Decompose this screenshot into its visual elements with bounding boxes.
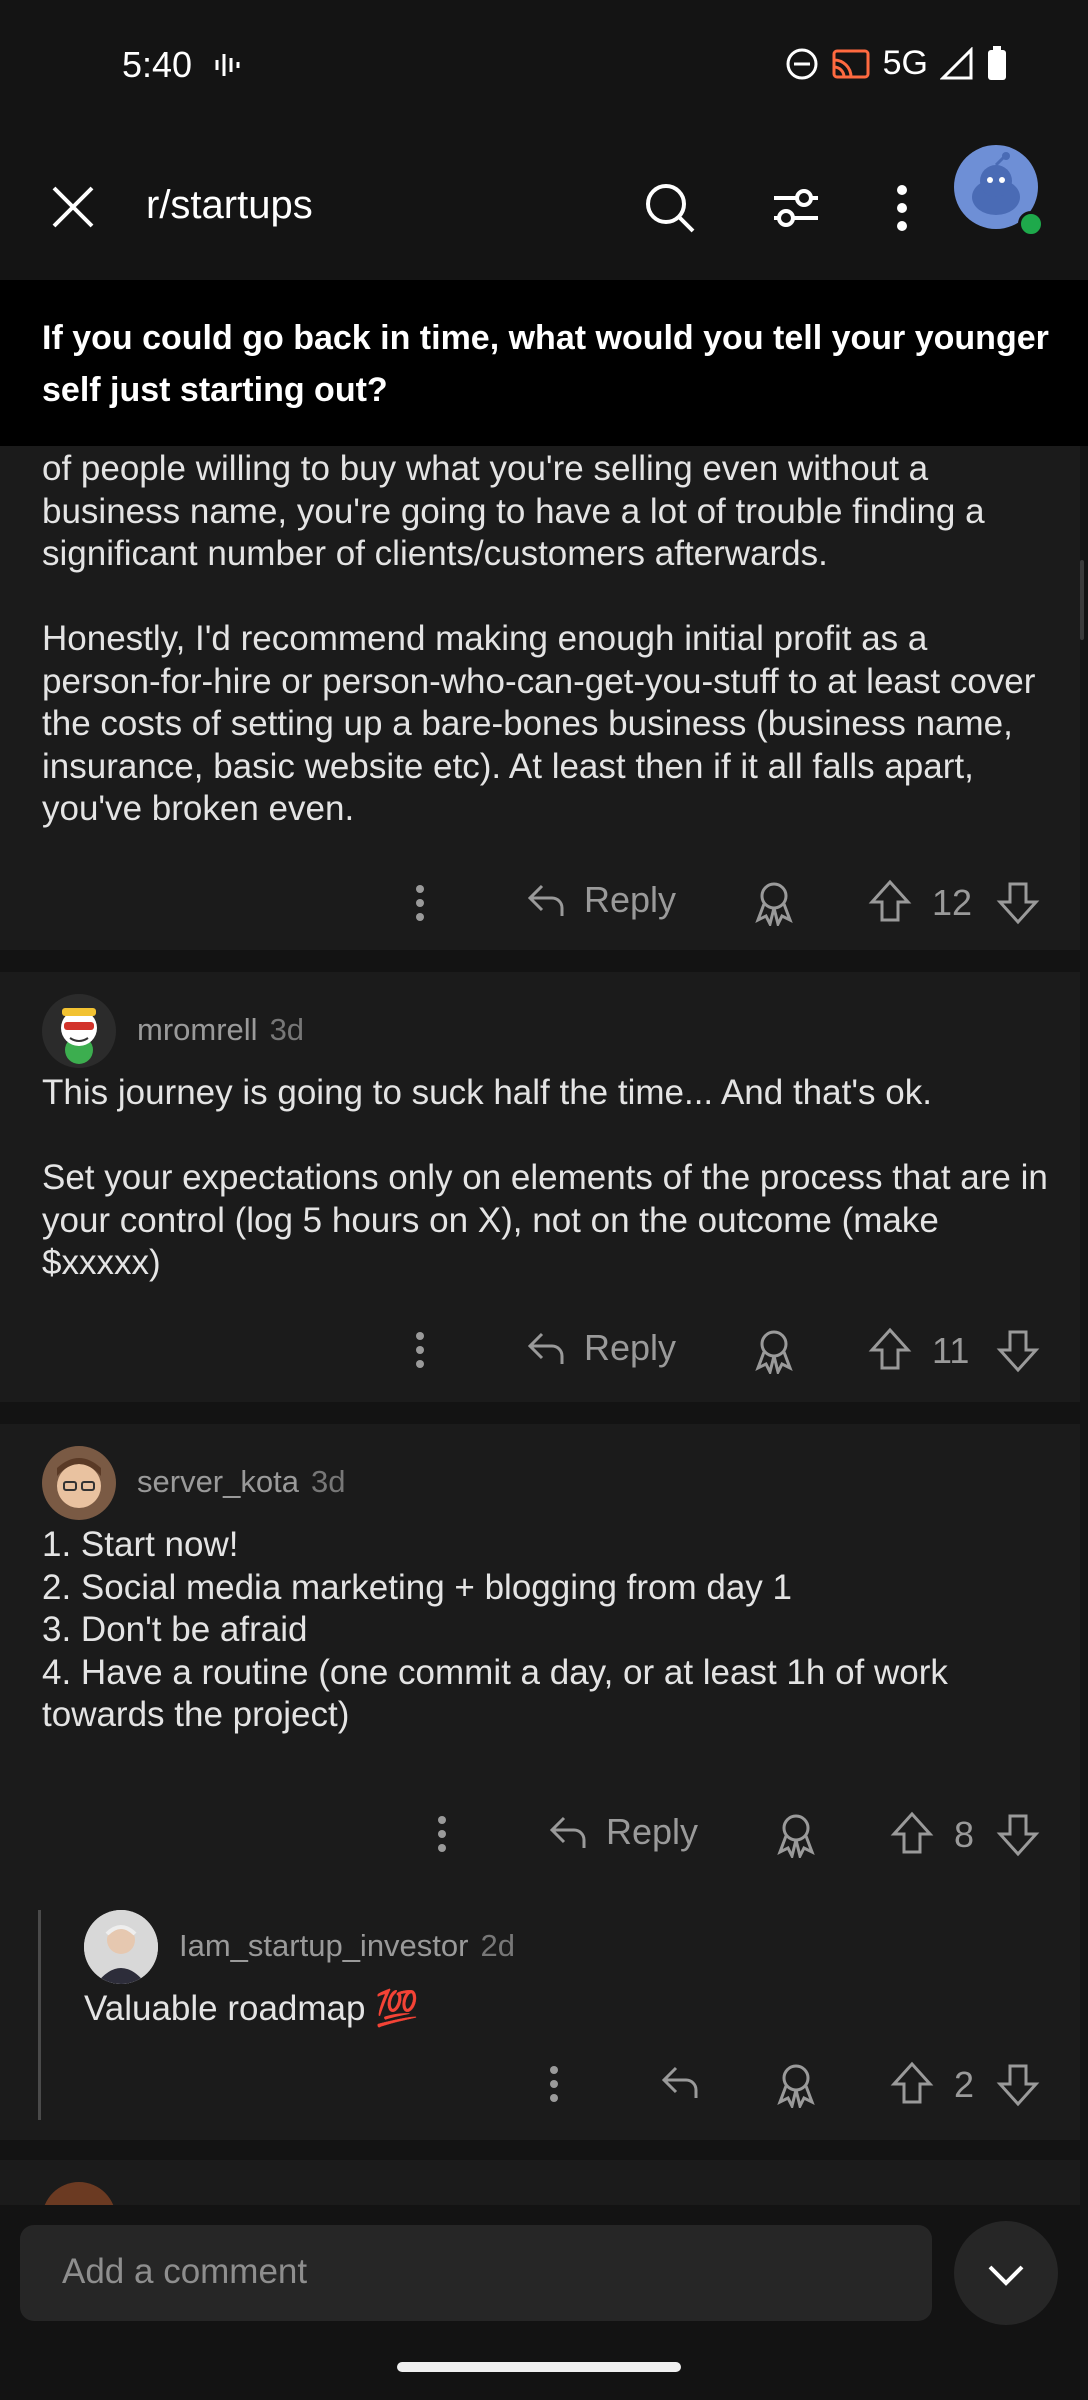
username[interactable]: mromrell — [137, 1012, 258, 1047]
reply-icon — [549, 1816, 586, 1848]
comment-composer: Add a comment — [0, 2205, 1088, 2335]
comment-meta: mromrell 3d — [137, 1012, 304, 1048]
comment-age: 2d — [480, 1928, 515, 1963]
vote-count: 2 — [954, 2064, 975, 2105]
award-icon[interactable] — [774, 1810, 818, 1858]
network-label: 5G — [882, 44, 928, 82]
vibrate-icon — [215, 54, 240, 76]
reply-icon — [527, 884, 564, 916]
comment-more-icon[interactable] — [544, 2062, 564, 2106]
sort-filter-icon[interactable] — [768, 180, 824, 236]
comment-body: of people willing to buy what you're sel… — [42, 449, 1036, 828]
award-icon[interactable] — [774, 2060, 818, 2108]
award-icon[interactable] — [752, 878, 796, 926]
reply-icon[interactable] — [658, 2060, 702, 2104]
reply-label: Reply — [606, 1811, 699, 1852]
commenter-avatar[interactable] — [84, 1910, 158, 1984]
comment-more-icon[interactable] — [410, 881, 430, 925]
comment-body: 1. Start now! 2. Social media marketing … — [42, 1525, 948, 1734]
downvote-icon[interactable] — [996, 880, 1040, 926]
post-title-banner: If you could go back in time, what would… — [0, 280, 1088, 446]
upvote-icon[interactable] — [868, 1326, 912, 1372]
comment-card: of people willing to buy what you're sel… — [0, 446, 1080, 950]
upvote-icon[interactable] — [868, 878, 912, 924]
comment-card: mromrell 3d This journey is going to suck… — [0, 972, 1080, 1402]
post-title: If you could go back in time, what would… — [42, 319, 1049, 409]
memoji-avatar-icon — [57, 1458, 101, 1508]
reply-body: Valuable roadmap 💯 — [84, 1989, 419, 2028]
vote-count: 11 — [932, 1330, 970, 1371]
close-icon[interactable] — [46, 180, 100, 234]
commenter-avatar[interactable] — [42, 994, 116, 1068]
downvote-icon[interactable] — [996, 1812, 1040, 1858]
comment-more-icon[interactable] — [410, 1328, 430, 1372]
status-time: 5:40 — [122, 44, 193, 85]
battery-icon — [988, 45, 1006, 80]
reply-button[interactable]: Reply — [546, 1810, 698, 1854]
vote-count: 12 — [932, 882, 973, 923]
comment-more-icon[interactable] — [432, 1812, 452, 1856]
commenter-avatar[interactable] — [42, 1446, 116, 1520]
status-bar: 5:40 5G — [0, 0, 1088, 135]
comment-placeholder: Add a comment — [62, 2252, 308, 2291]
do-not-disturb-icon — [786, 48, 818, 79]
comment-body: This journey is going to suck half the t… — [42, 1073, 1048, 1282]
online-status-indicator — [1018, 211, 1044, 237]
status-icons: 5G — [785, 44, 1008, 83]
comment-card — [0, 2160, 1080, 2205]
home-indicator[interactable] — [397, 2362, 681, 2372]
comment-age: 3d — [310, 1464, 346, 1499]
vote-count: 8 — [954, 1814, 975, 1855]
cast-icon — [832, 49, 870, 78]
reply-button[interactable]: Reply — [524, 878, 676, 922]
comment-age: 3d — [269, 1012, 305, 1047]
signal-icon — [940, 46, 973, 79]
search-icon[interactable] — [642, 180, 698, 236]
chevron-down-icon — [988, 2265, 1024, 2286]
photo-avatar-icon — [84, 1910, 158, 1984]
subreddit-title[interactable]: r/startups — [146, 183, 313, 228]
username[interactable]: server_kota — [137, 1464, 299, 1499]
app-header: r/startups — [0, 135, 1088, 280]
reply-meta: Iam_startup_investor 2d — [179, 1928, 515, 1964]
thread-line[interactable] — [38, 1910, 41, 2120]
comment-meta: server_kota 3d — [137, 1464, 345, 1500]
reply-icon — [527, 1332, 564, 1364]
reply-label: Reply — [584, 1327, 677, 1368]
more-options-icon[interactable] — [874, 180, 930, 236]
comment-card: server_kota 3d 1. Start now! 2. Social me… — [0, 1424, 1080, 2140]
jump-down-button[interactable] — [954, 2221, 1058, 2325]
downvote-icon[interactable] — [996, 1328, 1040, 1374]
add-comment-input[interactable]: Add a comment — [20, 2225, 932, 2321]
reply-button[interactable]: Reply — [524, 1326, 676, 1370]
upvote-icon[interactable] — [890, 2060, 934, 2106]
reply-label: Reply — [584, 879, 677, 920]
snoo-avatar-icon — [61, 1008, 97, 1064]
username[interactable]: Iam_startup_investor — [179, 1928, 468, 1963]
downvote-icon[interactable] — [996, 2062, 1040, 2108]
scrollbar[interactable] — [1080, 560, 1084, 640]
commenter-avatar[interactable] — [42, 2182, 116, 2205]
award-icon[interactable] — [752, 1326, 796, 1374]
upvote-icon[interactable] — [890, 1810, 934, 1856]
